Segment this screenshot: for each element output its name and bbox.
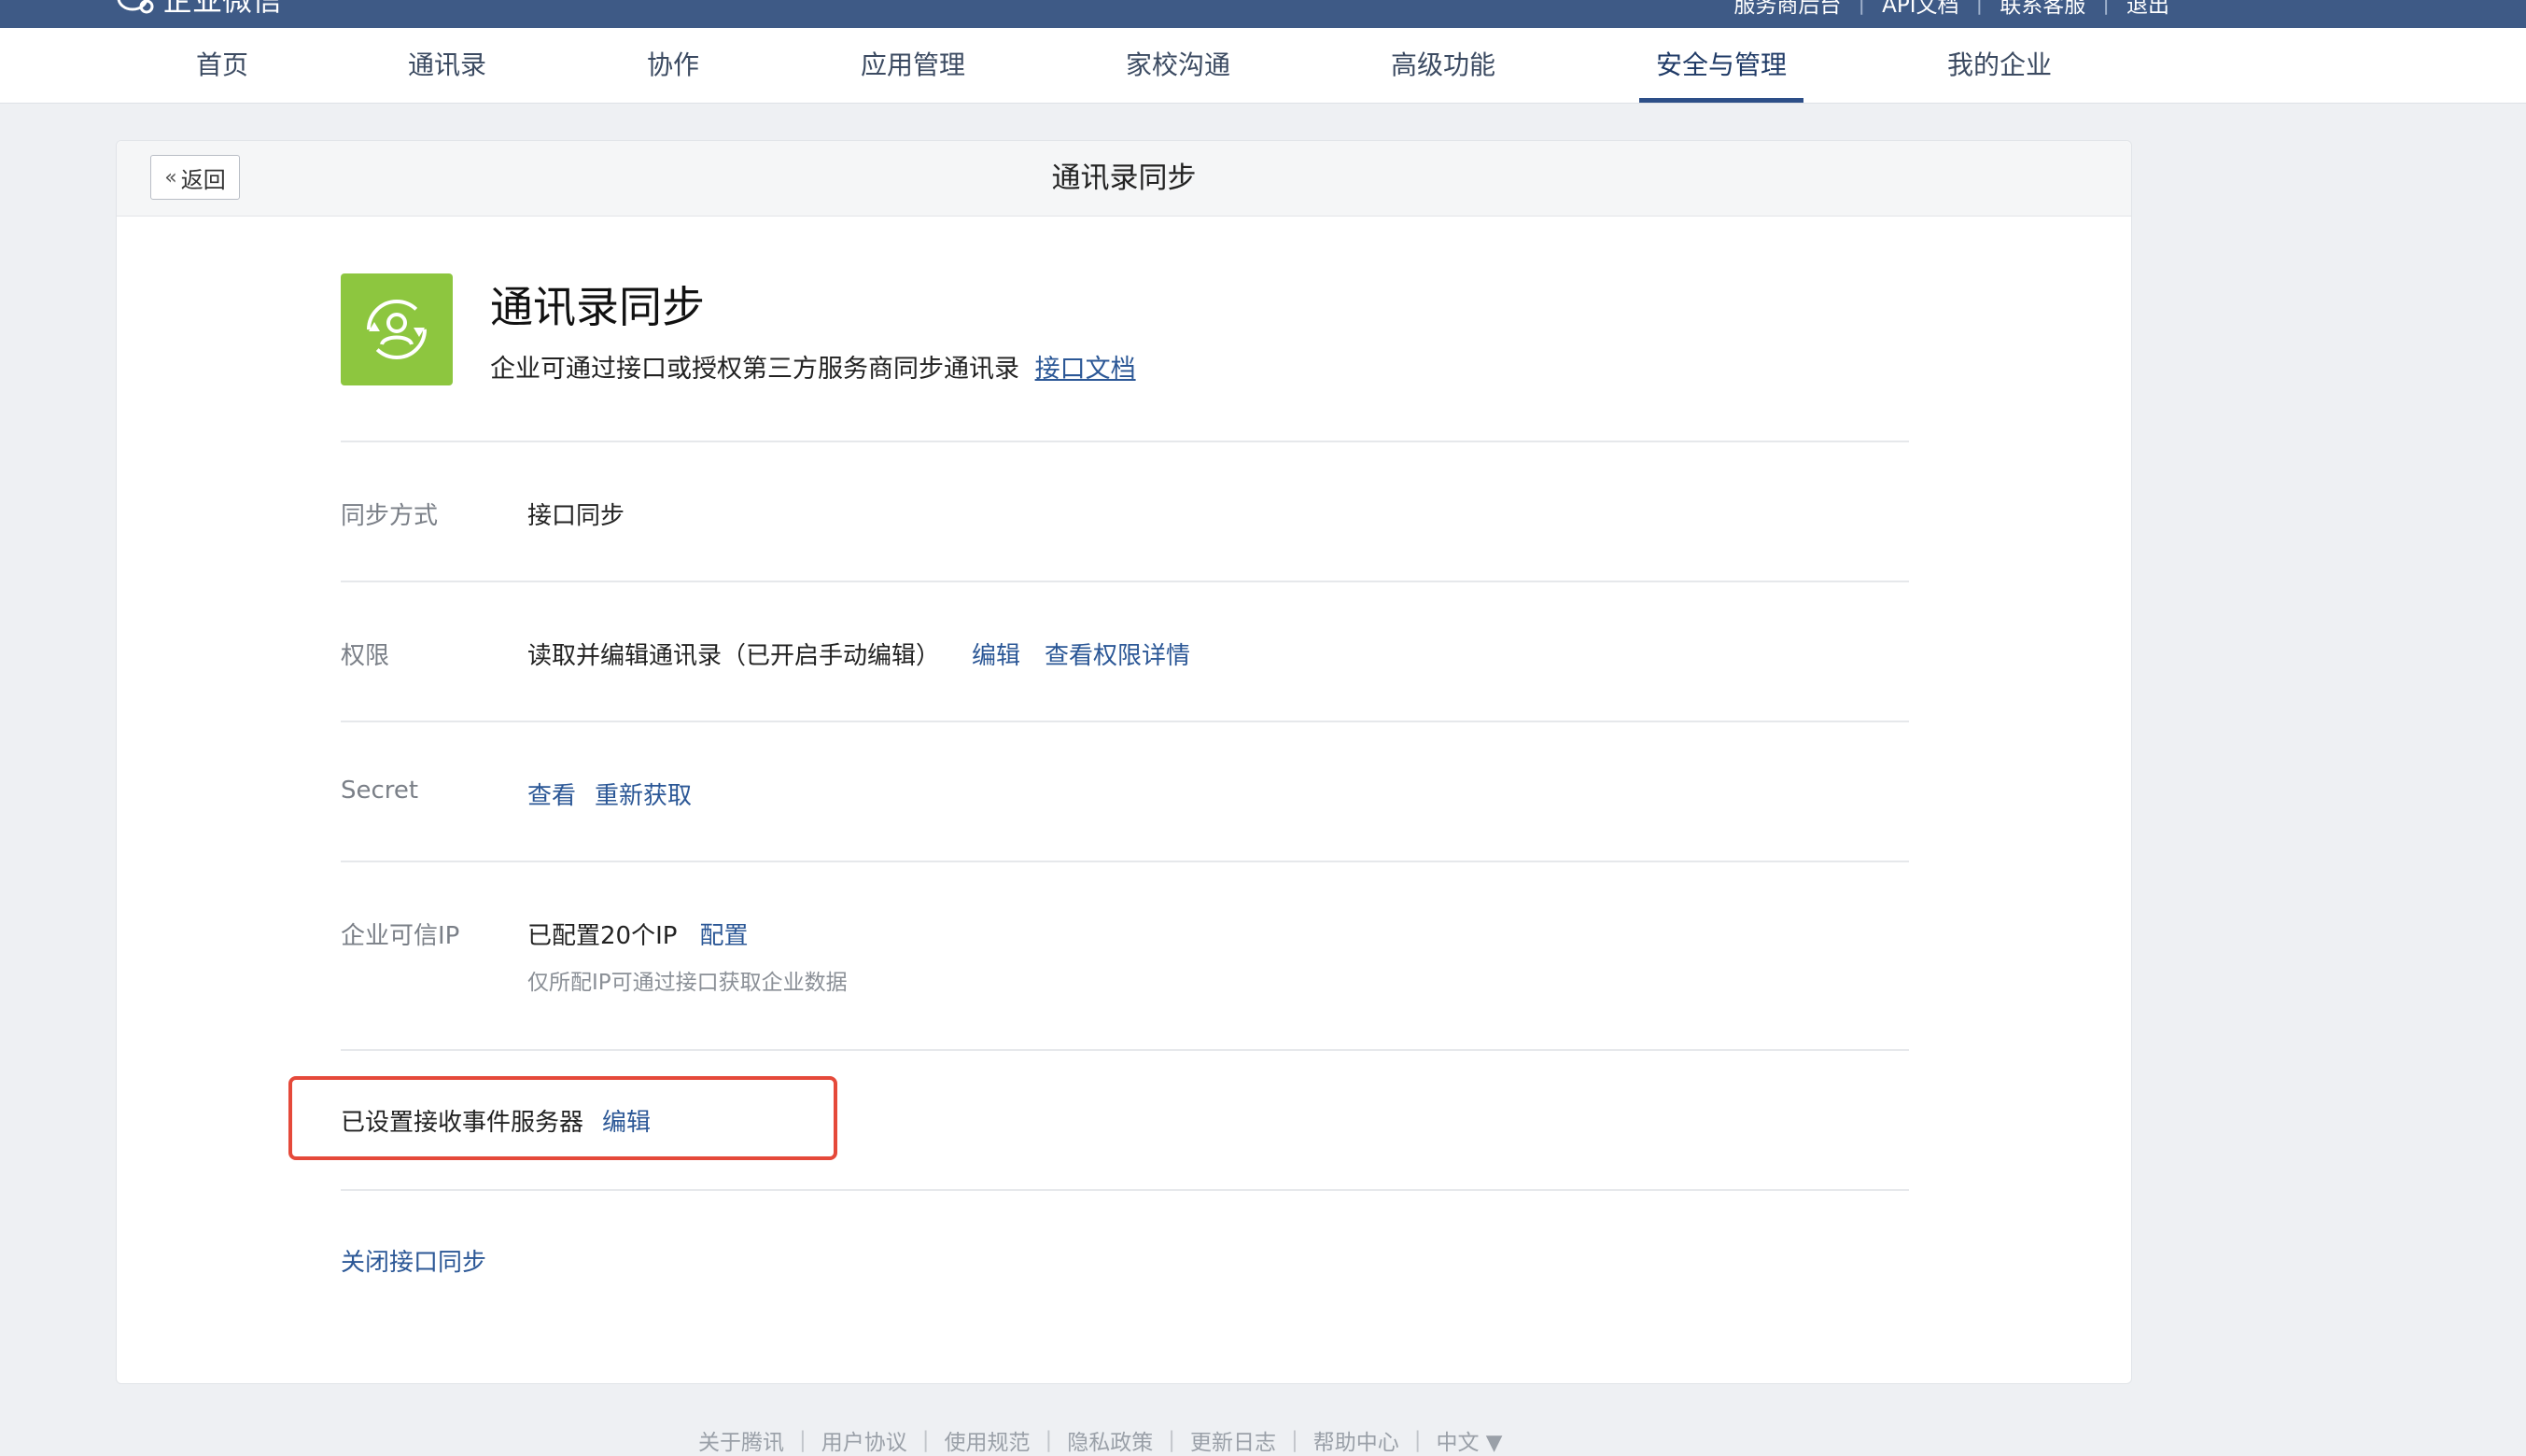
content-card: 通讯录同步 « 返回 通讯录同步 企业可通过接口或授权第三方服务商同步通讯录 接… — [116, 140, 2132, 1384]
logo[interactable]: 企业微信 — [116, 0, 283, 18]
permission-value: 读取并编辑通讯录（已开启手动编辑） — [527, 642, 941, 670]
page-title: 通讯录同步 — [1051, 161, 1197, 195]
nav-app-management[interactable]: 应用管理 — [861, 28, 965, 103]
footer-separator: | — [1413, 1428, 1422, 1452]
footer-link-about[interactable]: 关于腾讯 — [698, 1424, 784, 1456]
nav-home[interactable]: 首页 — [196, 28, 248, 103]
permission-edit-link[interactable]: 编辑 — [972, 637, 1020, 671]
footer: 关于腾讯 | 用户协议 | 使用规范 | 隐私政策 | 更新日志 | 帮助中心 … — [698, 1424, 1503, 1456]
main-nav: 首页 通讯录 协作 应用管理 家校沟通 高级功能 安全与管理 我的企业 — [0, 28, 2526, 104]
top-bar: 企业微信 服务商后台 | API文档 | 联系客服 | 退出 — [0, 0, 2526, 28]
highlight-box — [288, 1076, 837, 1160]
language-select[interactable]: 中文 ▼ — [1437, 1424, 1503, 1456]
top-link-provider[interactable]: 服务商后台 — [1733, 0, 1841, 19]
top-link-logout[interactable]: 退出 — [2126, 0, 2169, 19]
top-link-api-docs[interactable]: API文档 — [1882, 0, 1958, 19]
back-button-label: 返回 — [180, 166, 226, 193]
footer-link-changelog[interactable]: 更新日志 — [1190, 1424, 1276, 1456]
secret-view-link[interactable]: 查看 — [527, 777, 576, 811]
card-header: 通讯录同步 « 返回 — [117, 141, 2131, 217]
top-links: 服务商后台 | API文档 | 联系客服 | 退出 — [1733, 0, 2169, 19]
trusted-ip-value: 已配置20个IP — [527, 922, 678, 950]
nav-contacts[interactable]: 通讯录 — [408, 28, 486, 103]
top-link-separator: | — [2102, 0, 2110, 15]
secret-label: Secret — [341, 777, 419, 805]
double-chevron-left-icon: « — [164, 165, 177, 189]
app-description: 企业可通过接口或授权第三方服务商同步通讯录 接口文档 — [490, 348, 1136, 385]
divider — [341, 1049, 1909, 1051]
trusted-ip-config-link[interactable]: 配置 — [699, 917, 748, 951]
footer-link-user-agreement[interactable]: 用户协议 — [821, 1424, 907, 1456]
nav-collaboration[interactable]: 协作 — [647, 28, 699, 103]
trusted-ip-label: 企业可信IP — [341, 922, 460, 950]
sync-mode-label: 同步方式 — [341, 502, 439, 530]
logo-text: 企业微信 — [162, 0, 283, 18]
app-description-text: 企业可通过接口或授权第三方服务商同步通讯录 — [490, 355, 1019, 384]
permission-row: 读取并编辑通讯录（已开启手动编辑） 编辑 查看权限详情 — [527, 637, 1190, 671]
footer-link-usage-rules[interactable]: 使用规范 — [945, 1424, 1031, 1456]
divider — [341, 721, 1909, 722]
wecom-logo-icon — [116, 0, 155, 14]
trusted-ip-note: 仅所配IP可通过接口获取企业数据 — [527, 971, 848, 995]
nav-security-management[interactable]: 安全与管理 — [1638, 28, 1804, 103]
close-api-sync-link[interactable]: 关闭接口同步 — [341, 1243, 486, 1278]
top-link-separator: | — [1858, 0, 1866, 15]
footer-separator: | — [1168, 1428, 1175, 1452]
footer-separator: | — [921, 1428, 930, 1452]
permission-label: 权限 — [341, 642, 390, 670]
permission-detail-link[interactable]: 查看权限详情 — [1045, 637, 1190, 671]
secret-row: 查看 重新获取 — [527, 777, 692, 811]
secret-refresh-link[interactable]: 重新获取 — [595, 777, 692, 811]
footer-separator: | — [1045, 1428, 1053, 1452]
nav-school-communication[interactable]: 家校沟通 — [1126, 28, 1230, 103]
footer-link-privacy[interactable]: 隐私政策 — [1067, 1424, 1153, 1456]
footer-link-help[interactable]: 帮助中心 — [1313, 1424, 1399, 1456]
divider — [341, 441, 1909, 442]
sync-mode-value: 接口同步 — [527, 502, 625, 530]
nav-advanced-features[interactable]: 高级功能 — [1391, 28, 1495, 103]
top-link-support[interactable]: 联系客服 — [2000, 0, 2085, 19]
nav-my-enterprise[interactable]: 我的企业 — [1947, 28, 2052, 103]
app-title: 通讯录同步 — [490, 282, 705, 332]
contact-sync-app-icon — [341, 273, 453, 385]
divider — [341, 1189, 1909, 1191]
back-button[interactable]: « 返回 — [150, 155, 240, 200]
api-doc-link[interactable]: 接口文档 — [1035, 355, 1136, 384]
footer-separator: | — [1291, 1428, 1298, 1452]
footer-separator: | — [799, 1428, 807, 1452]
divider — [341, 581, 1909, 582]
divider — [341, 861, 1909, 862]
contact-sync-icon — [367, 300, 427, 359]
trusted-ip-row: 已配置20个IP 配置 — [527, 917, 748, 951]
top-link-separator: | — [1975, 0, 1984, 15]
